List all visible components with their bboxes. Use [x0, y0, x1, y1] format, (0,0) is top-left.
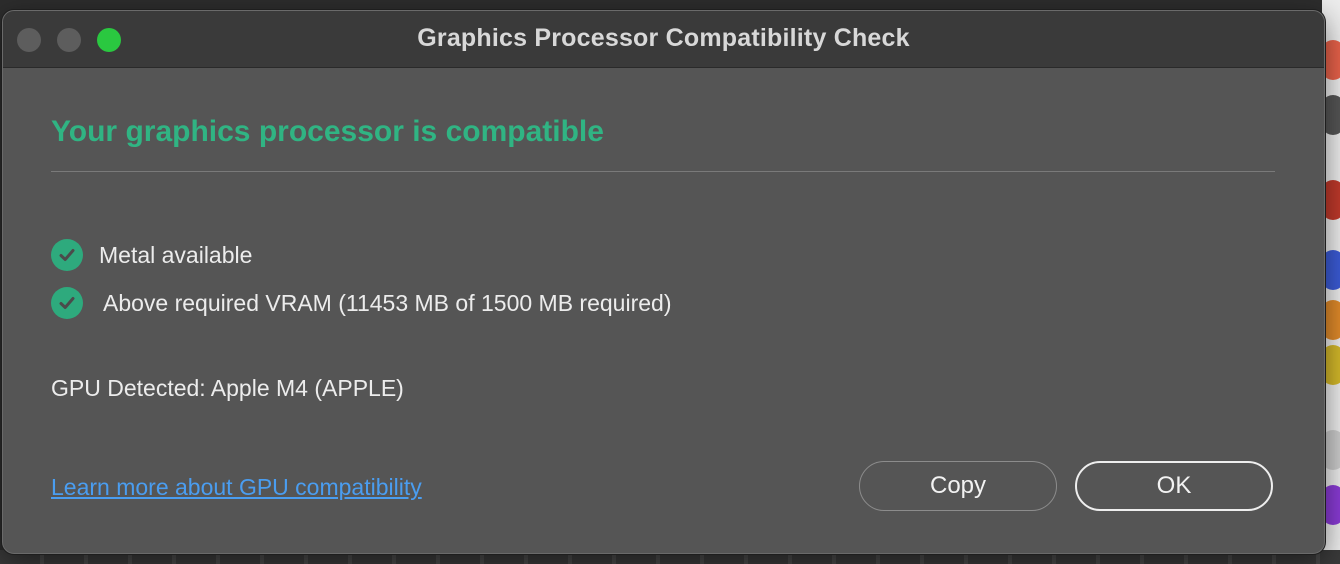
heading-divider [51, 171, 1275, 172]
gpu-compatibility-dialog: Graphics Processor Compatibility Check Y… [2, 10, 1325, 554]
compatibility-result-heading: Your graphics processor is compatible [51, 115, 604, 148]
copy-button[interactable]: Copy [859, 461, 1057, 511]
checkmark-circle-icon [51, 287, 83, 319]
ok-button[interactable]: OK [1075, 461, 1273, 511]
gpu-compatibility-link[interactable]: Learn more about GPU compatibility [51, 474, 422, 501]
check-item-metal: Metal available [51, 239, 252, 271]
window-title: Graphics Processor Compatibility Check [417, 24, 910, 52]
checkmark-circle-icon [51, 239, 83, 271]
gpu-detected-text: GPU Detected: Apple M4 (APPLE) [51, 375, 404, 401]
check-item-label: Metal available [99, 241, 253, 268]
check-item-label: Above required VRAM (11453 MB of 1500 MB… [103, 289, 672, 316]
check-item-vram: Above required VRAM (11453 MB of 1500 MB… [51, 287, 671, 319]
title-bar: Graphics Processor Compatibility Check [3, 11, 1324, 68]
